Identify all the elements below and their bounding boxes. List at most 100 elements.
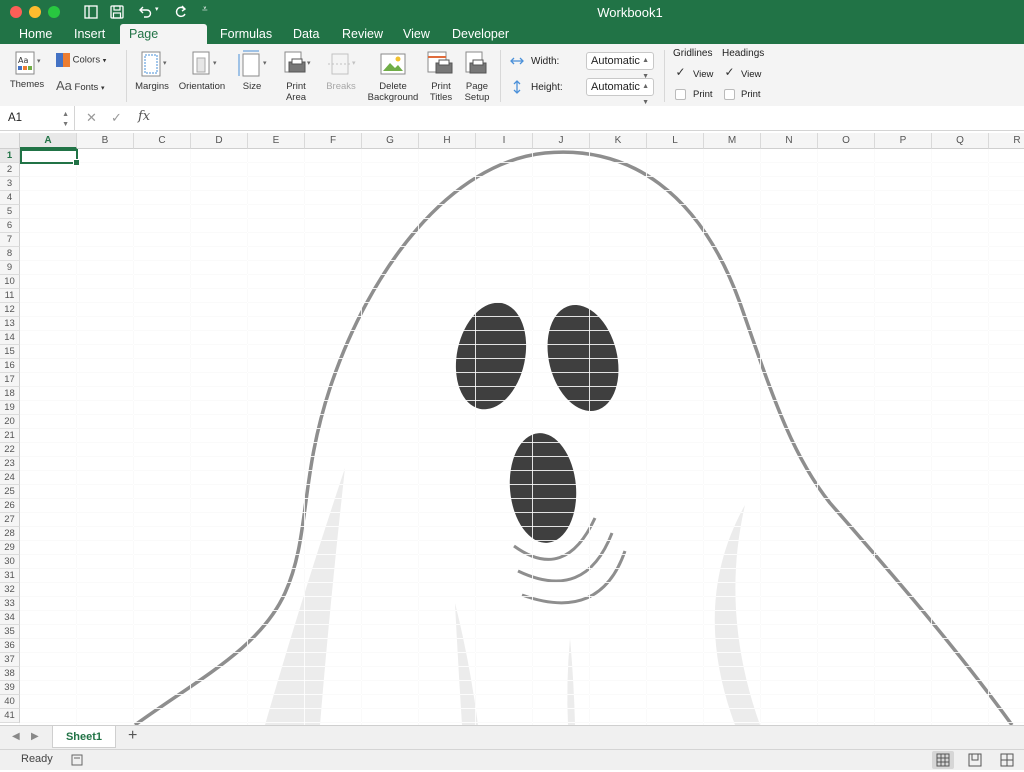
row-header-10[interactable]: 10	[0, 275, 20, 289]
column-header-m[interactable]: M	[704, 133, 761, 149]
themes-button[interactable]: Aa ▾ Themes	[7, 50, 47, 90]
row-header-38[interactable]: 38	[0, 667, 20, 681]
row-header-12[interactable]: 12	[0, 303, 20, 317]
row-header-5[interactable]: 5	[0, 205, 20, 219]
column-header-j[interactable]: J	[533, 133, 590, 149]
gridlines-view-checkbox[interactable]: ✓	[675, 66, 686, 78]
tab-data[interactable]: Data	[284, 24, 328, 44]
size-button[interactable]: ▾ Size	[233, 50, 271, 92]
row-header-37[interactable]: 37	[0, 653, 20, 667]
row-header-35[interactable]: 35	[0, 625, 20, 639]
column-header-k[interactable]: K	[590, 133, 647, 149]
column-header-a[interactable]: A	[20, 133, 77, 149]
worksheet-grid[interactable]: ABCDEFGHIJKLMNOPQR 1 2 3 4 5 6 7 8 9 10 11 12 13 14 15…	[0, 133, 1024, 725]
row-header-23[interactable]: 23	[0, 457, 20, 471]
breaks-button[interactable]: ▾ Breaks	[322, 50, 360, 92]
row-header-40[interactable]: 40	[0, 695, 20, 709]
next-sheet-arrow-icon[interactable]: ▶	[31, 731, 39, 742]
row-header-27[interactable]: 27	[0, 513, 20, 527]
margins-button[interactable]: ▾ Margins	[131, 50, 173, 92]
column-header-d[interactable]: D	[191, 133, 248, 149]
name-box-stepper[interactable]: ▲ ▼	[62, 105, 69, 130]
row-header-9[interactable]: 9	[0, 261, 20, 275]
print-titles-button[interactable]: Print Titles	[424, 50, 458, 103]
print-area-button[interactable]: ▾ Print Area	[277, 50, 315, 103]
row-header-17[interactable]: 17	[0, 373, 20, 387]
column-header-c[interactable]: C	[134, 133, 191, 149]
column-header-h[interactable]: H	[419, 133, 476, 149]
row-header-15[interactable]: 15	[0, 345, 20, 359]
row-header-29[interactable]: 29	[0, 541, 20, 555]
row-header-41[interactable]: 41	[0, 709, 20, 723]
gridlines-print-checkbox[interactable]	[675, 89, 686, 100]
sheet-tab-sheet1[interactable]: Sheet1	[52, 726, 116, 748]
width-select[interactable]: Automatic ▲ ▼	[586, 52, 654, 80]
row-header-30[interactable]: 30	[0, 555, 20, 569]
row-header-11[interactable]: 11	[0, 289, 20, 303]
row-header-18[interactable]: 18	[0, 387, 20, 401]
cancel-icon[interactable]: ✕	[86, 110, 97, 126]
tab-review[interactable]: Review	[333, 24, 392, 44]
tab-view[interactable]: View	[394, 24, 439, 44]
colors-button[interactable]: Colors ▾	[56, 53, 106, 67]
column-header-q[interactable]: Q	[932, 133, 989, 149]
column-header-b[interactable]: B	[77, 133, 134, 149]
tab-page-layout[interactable]: Page Layout	[120, 24, 207, 61]
row-header-21[interactable]: 21	[0, 429, 20, 443]
row-header-3[interactable]: 3	[0, 177, 20, 191]
select-all-corner[interactable]	[0, 133, 20, 149]
column-header-p[interactable]: P	[875, 133, 932, 149]
row-header-6[interactable]: 6	[0, 219, 20, 233]
row-header-32[interactable]: 32	[0, 583, 20, 597]
column-header-o[interactable]: O	[818, 133, 875, 149]
row-header-22[interactable]: 22	[0, 443, 20, 457]
row-header-39[interactable]: 39	[0, 681, 20, 695]
normal-view-button[interactable]	[932, 751, 954, 769]
tab-developer[interactable]: Developer	[443, 24, 518, 44]
row-header-28[interactable]: 28	[0, 527, 20, 541]
column-header-e[interactable]: E	[248, 133, 305, 149]
column-header-l[interactable]: L	[647, 133, 704, 149]
column-header-g[interactable]: G	[362, 133, 419, 149]
row-header-20[interactable]: 20	[0, 415, 20, 429]
fill-handle[interactable]	[73, 159, 80, 166]
row-header-2[interactable]: 2	[0, 163, 20, 177]
row-header-8[interactable]: 8	[0, 247, 20, 261]
column-header-n[interactable]: N	[761, 133, 818, 149]
height-select[interactable]: Automatic ▲ ▼	[586, 78, 654, 106]
insert-function-icon[interactable]: fx	[138, 109, 150, 124]
column-header-i[interactable]: I	[476, 133, 533, 149]
headings-view-checkbox[interactable]: ✓	[724, 66, 735, 78]
tab-home[interactable]: Home	[10, 24, 61, 44]
row-header-26[interactable]: 26	[0, 499, 20, 513]
page-setup-button[interactable]: Page Setup	[460, 50, 494, 103]
macro-record-icon[interactable]	[70, 753, 84, 767]
headings-print-checkbox[interactable]	[724, 89, 735, 100]
row-header-34[interactable]: 34	[0, 611, 20, 625]
row-header-1[interactable]: 1	[0, 149, 20, 163]
formula-input[interactable]	[160, 106, 1024, 130]
row-header-31[interactable]: 31	[0, 569, 20, 583]
tab-insert[interactable]: Insert	[65, 24, 114, 44]
add-sheet-button[interactable]: +	[128, 727, 137, 745]
row-header-16[interactable]: 16	[0, 359, 20, 373]
row-header-19[interactable]: 19	[0, 401, 20, 415]
row-header-33[interactable]: 33	[0, 597, 20, 611]
name-box[interactable]: A1 ▲ ▼	[0, 106, 75, 130]
delete-background-button[interactable]: Delete Background	[364, 50, 422, 103]
page-break-view-button[interactable]	[996, 751, 1018, 769]
column-header-f[interactable]: F	[305, 133, 362, 149]
row-header-7[interactable]: 7	[0, 233, 20, 247]
row-header-25[interactable]: 25	[0, 485, 20, 499]
row-header-13[interactable]: 13	[0, 317, 20, 331]
tab-formulas[interactable]: Formulas	[211, 24, 281, 44]
fonts-button[interactable]: Aa Fonts ▾	[56, 79, 104, 94]
page-layout-view-button[interactable]	[964, 751, 986, 769]
row-header-14[interactable]: 14	[0, 331, 20, 345]
row-header-36[interactable]: 36	[0, 639, 20, 653]
row-header-4[interactable]: 4	[0, 191, 20, 205]
orientation-button[interactable]: ▾ Orientation	[175, 50, 229, 92]
enter-icon[interactable]: ✓	[111, 110, 122, 126]
row-header-24[interactable]: 24	[0, 471, 20, 485]
column-header-r[interactable]: R	[989, 133, 1024, 149]
